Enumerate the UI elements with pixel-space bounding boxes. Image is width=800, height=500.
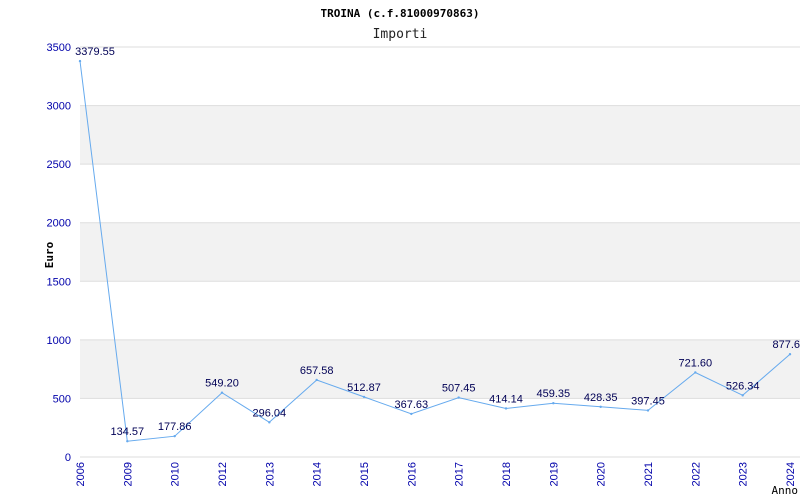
data-point [268,421,271,424]
data-point [362,395,366,399]
data-point [78,59,82,63]
data-label: 397.45 [631,395,665,407]
data-point [552,401,555,405]
data-label: 3379.55 [75,46,115,58]
data-point [126,440,129,443]
data-label: 507.45 [442,383,476,395]
y-tick-label: 1500 [47,276,71,288]
data-label: 177.86 [158,421,192,433]
data-label: 367.63 [395,399,429,411]
data-point [694,371,697,374]
data-point [646,409,650,412]
x-tick-label: 2017 [454,462,466,486]
line-chart: TROINA (c.f.81000970863) Importi 0 500 100… [43,7,800,497]
band-1 [80,222,800,282]
data-point [599,405,602,409]
x-tick-label: 2009 [122,462,134,486]
x-tick-label: 2010 [170,462,182,486]
x-tick-label: 2019 [548,462,560,486]
data-label: 657.58 [300,365,334,377]
x-tick-label: 2024 [785,462,797,486]
x-tick-label: 2012 [217,462,229,486]
data-point [457,396,460,399]
x-tick-label: 2023 [738,462,750,486]
x-tick-label: 2020 [596,462,608,486]
data-label: 526.34 [726,380,760,392]
data-point [504,407,508,410]
x-tick-label: 2015 [359,462,371,486]
y-tick-label: 0 [65,452,71,464]
background-bands [80,105,800,399]
data-label: 512.87 [347,382,381,394]
x-axis-label: Anno [772,484,799,497]
x-tick-label: 2013 [264,462,276,486]
x-tick-label: 2014 [312,462,324,486]
data-label: 414.14 [489,393,523,405]
y-tick-label: 500 [53,393,71,405]
x-axis-ticks: 2006 2009 2010 2012 2013 2014 2015 2016 2017 2018… [75,462,797,486]
data-point [741,394,744,397]
data-label: 134.57 [111,426,145,438]
data-label: 549.20 [205,378,239,390]
band-2 [80,105,800,165]
chart-title: TROINA (c.f.81000970863) [321,7,480,20]
data-label: 877.6 [772,339,800,351]
x-tick-label: 2018 [501,462,513,486]
data-point [788,352,792,356]
data-point [410,412,413,416]
x-tick-label: 2022 [690,462,702,486]
chart-subtitle: Importi [373,27,428,42]
x-tick-label: 2021 [643,462,655,486]
data-label: 296.04 [253,407,287,419]
y-tick-label: 1000 [47,335,71,347]
data-point [220,391,224,394]
data-point [315,378,318,382]
y-tick-label: 2500 [47,159,71,171]
data-label: 459.35 [537,388,571,400]
x-tick-label: 2016 [406,462,418,486]
y-tick-label: 3000 [47,101,71,113]
data-label: 721.60 [679,357,713,369]
data-point [173,434,176,438]
y-axis-label: Euro [43,241,56,268]
y-tick-label: 2000 [47,218,71,230]
data-label: 428.35 [584,392,618,404]
x-tick-label: 2006 [75,462,87,486]
y-tick-label: 3500 [47,42,71,54]
